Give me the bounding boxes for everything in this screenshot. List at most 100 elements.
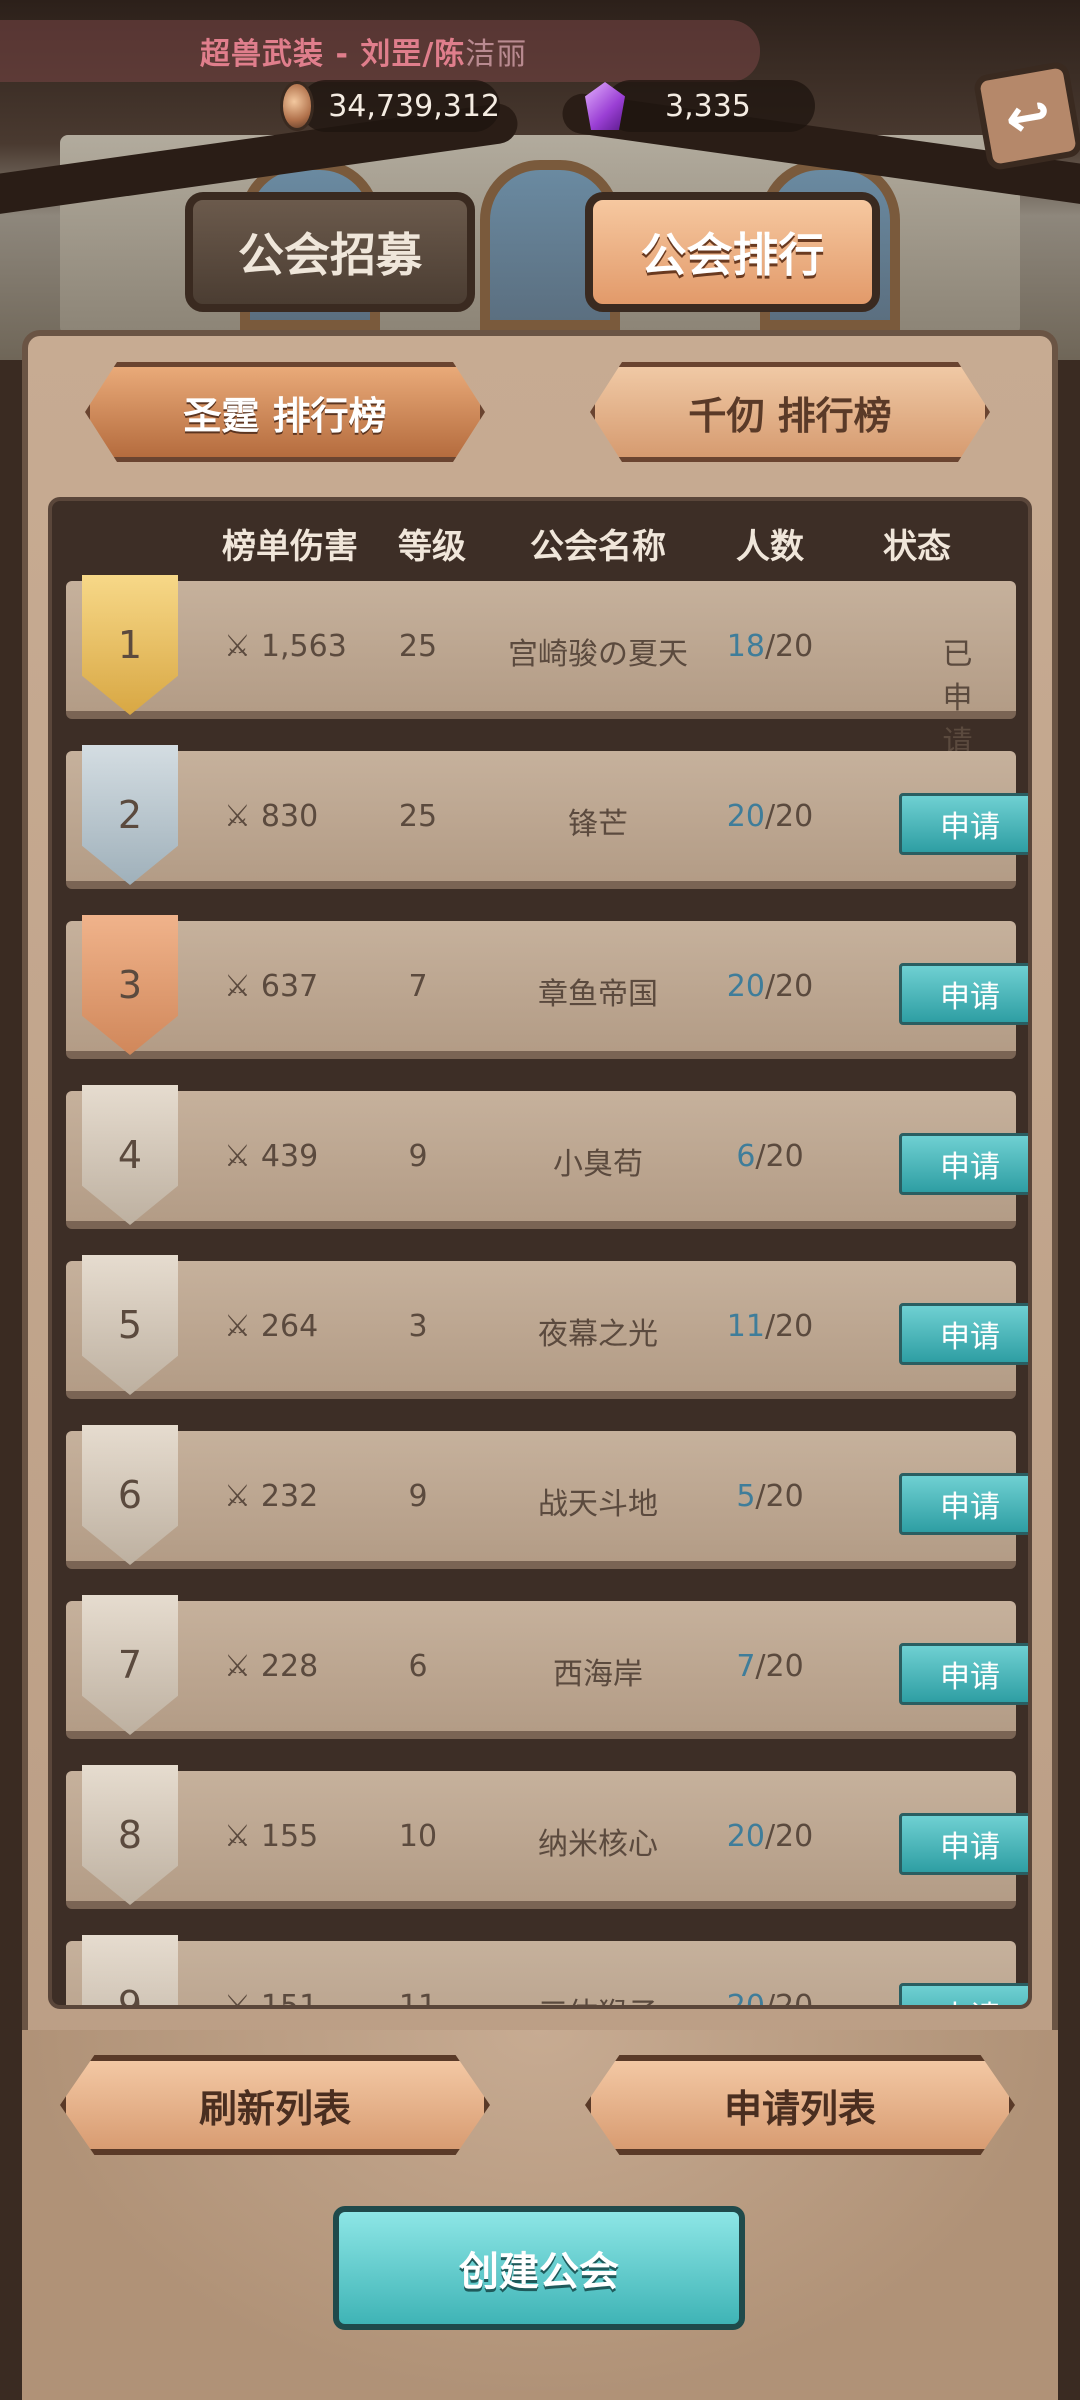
rank-badge: 9 xyxy=(82,1935,178,2009)
apply-button[interactable]: 申请 xyxy=(899,1133,1028,1195)
apply-label: 申请 xyxy=(940,1660,1000,1695)
rank-number: 9 xyxy=(117,1983,143,2009)
member-count: 20/20 xyxy=(727,1819,813,1854)
coin-amount: 34,739,312 xyxy=(328,88,500,124)
guild-name: 夜幕之光 xyxy=(538,1317,658,1352)
apply-button[interactable]: 申请 xyxy=(899,793,1028,855)
refresh-list-button[interactable]: 刷新列表 xyxy=(60,2055,490,2155)
rank-badge: 1 xyxy=(82,575,178,715)
member-current: 18 xyxy=(726,629,765,664)
member-current: 20 xyxy=(726,1819,765,1854)
gem-amount: 3,335 xyxy=(665,88,751,124)
guild-name: 锋芒 xyxy=(568,807,628,842)
rank-number: 3 xyxy=(117,963,143,1007)
guild-name: 纳米核心 xyxy=(538,1827,658,1862)
apply-label: 申请 xyxy=(940,980,1000,1015)
member-count: 11/20 xyxy=(727,1309,813,1344)
crossed-swords-icon: ⚔ xyxy=(224,799,251,834)
guild-name: 章鱼帝国 xyxy=(538,977,658,1012)
level-value: 11 xyxy=(398,1989,438,2009)
guild-name: 西海岸 xyxy=(553,1657,643,1692)
table-row: 8 ⚔ 155 10 纳米核心 20/20 申请 xyxy=(66,1765,1028,1909)
damage-value: 637 xyxy=(260,969,319,1004)
damage-cell: ⚔ 264 xyxy=(224,1309,318,1344)
apply-label: 申请 xyxy=(940,1830,1000,1865)
member-max: /20 xyxy=(764,1989,814,2009)
header-members: 人数 xyxy=(736,527,804,567)
crossed-swords-icon: ⚔ xyxy=(224,1989,251,2009)
tab-shengting-ranking[interactable]: 圣霆 排行榜 xyxy=(85,362,485,462)
guild-ranking-list[interactable]: 榜单伤害 等级 公会名称 人数 状态 1 ⚔ 1,563 25 宫崎骏の夏天 18/20 已… xyxy=(48,497,1032,2009)
apply-label: 申请 xyxy=(940,810,1000,845)
damage-cell: ⚔ 830 xyxy=(224,799,318,834)
back-arrow-icon: ↩ xyxy=(1000,81,1056,151)
header-guild-name: 公会名称 xyxy=(530,527,666,567)
apply-button[interactable]: 申请 xyxy=(899,1473,1028,1535)
crossed-swords-icon: ⚔ xyxy=(224,1309,251,1344)
rank-number: 5 xyxy=(117,1303,143,1347)
damage-value: 228 xyxy=(260,1649,319,1684)
coin-icon xyxy=(280,81,315,131)
member-count: 7/20 xyxy=(736,1649,803,1684)
apply-button[interactable]: 申请 xyxy=(899,1303,1028,1365)
rank-badge: 2 xyxy=(82,745,178,885)
damage-cell: ⚔ 155 xyxy=(224,1819,318,1854)
create-guild-button[interactable]: 创建公会 xyxy=(333,2206,745,2330)
level-value: 6 xyxy=(408,1649,428,1684)
rank-badge: 7 xyxy=(82,1595,178,1735)
damage-cell: ⚔ 637 xyxy=(224,969,318,1004)
rank-badge: 5 xyxy=(82,1255,178,1395)
member-current: 20 xyxy=(726,1989,765,2009)
member-count: 5/20 xyxy=(736,1479,803,1514)
rank-number: 1 xyxy=(117,623,143,667)
guild-name: 小臭苟 xyxy=(553,1147,643,1182)
damage-value: 232 xyxy=(260,1479,319,1514)
header-damage: 榜单伤害 xyxy=(222,527,358,567)
table-row: 9 ⚔ 151 11 三体猴子 20/20 申请 xyxy=(66,1935,1028,2009)
damage-value: 151 xyxy=(260,1989,319,2009)
damage-cell: ⚔ 151 xyxy=(224,1989,319,2009)
level-value: 25 xyxy=(398,799,438,834)
apply-list-button[interactable]: 申请列表 xyxy=(585,2055,1015,2155)
apply-label: 申请 xyxy=(940,1320,1000,1355)
damage-cell: ⚔ 232 xyxy=(224,1479,318,1514)
member-count: 18/20 xyxy=(727,629,813,664)
tab-guild-recruit[interactable]: 公会招募 xyxy=(185,192,475,312)
apply-button[interactable]: 申请 xyxy=(899,1983,1028,2005)
level-value: 9 xyxy=(408,1479,428,1514)
crossed-swords-icon: ⚔ xyxy=(224,969,251,1004)
header-level: 等级 xyxy=(398,527,466,567)
table-row: 2 ⚔ 830 25 锋芒 20/20 申请 xyxy=(66,745,1028,889)
crossed-swords-icon: ⚔ xyxy=(224,1649,251,1684)
apply-button[interactable]: 申请 xyxy=(899,963,1028,1025)
tab-qianren-ranking[interactable]: 千仞 排行榜 xyxy=(590,362,990,462)
table-row: 1 ⚔ 1,563 25 宫崎骏の夏天 18/20 已申请 xyxy=(66,575,1016,760)
member-current: 7 xyxy=(736,1649,756,1684)
damage-value: 830 xyxy=(260,799,319,834)
member-max: /20 xyxy=(764,1309,814,1344)
rank-badge: 4 xyxy=(82,1085,178,1225)
back-button[interactable]: ↩ xyxy=(972,60,1080,172)
game-title-bar: 超兽武装 - 刘罡/陈 洁丽 xyxy=(0,20,760,82)
damage-cell: ⚔ 1,563 xyxy=(224,629,347,664)
rank-badge: 8 xyxy=(82,1765,178,1905)
apply-button[interactable]: 申请 xyxy=(899,1813,1028,1875)
member-max: /20 xyxy=(764,799,814,834)
gem-counter: 3,335 xyxy=(585,80,815,132)
level-value: 3 xyxy=(408,1309,428,1344)
rank-number: 6 xyxy=(117,1473,143,1517)
rank-number: 2 xyxy=(117,793,143,837)
coin-counter: 34,739,312 xyxy=(280,80,500,132)
member-current: 20 xyxy=(726,799,765,834)
member-max: /20 xyxy=(764,1819,814,1854)
header-status: 状态 xyxy=(883,527,951,567)
rank-number: 4 xyxy=(117,1133,143,1177)
member-current: 20 xyxy=(726,969,765,1004)
tab-guild-ranking[interactable]: 公会排行 xyxy=(585,192,880,312)
level-value: 7 xyxy=(408,969,428,1004)
guild-name: 宫崎骏の夏天 xyxy=(508,637,688,672)
status-applied: 已申请 xyxy=(942,637,973,760)
apply-button[interactable]: 申请 xyxy=(899,1643,1028,1705)
member-max: /20 xyxy=(764,629,814,664)
level-value: 9 xyxy=(408,1139,428,1174)
